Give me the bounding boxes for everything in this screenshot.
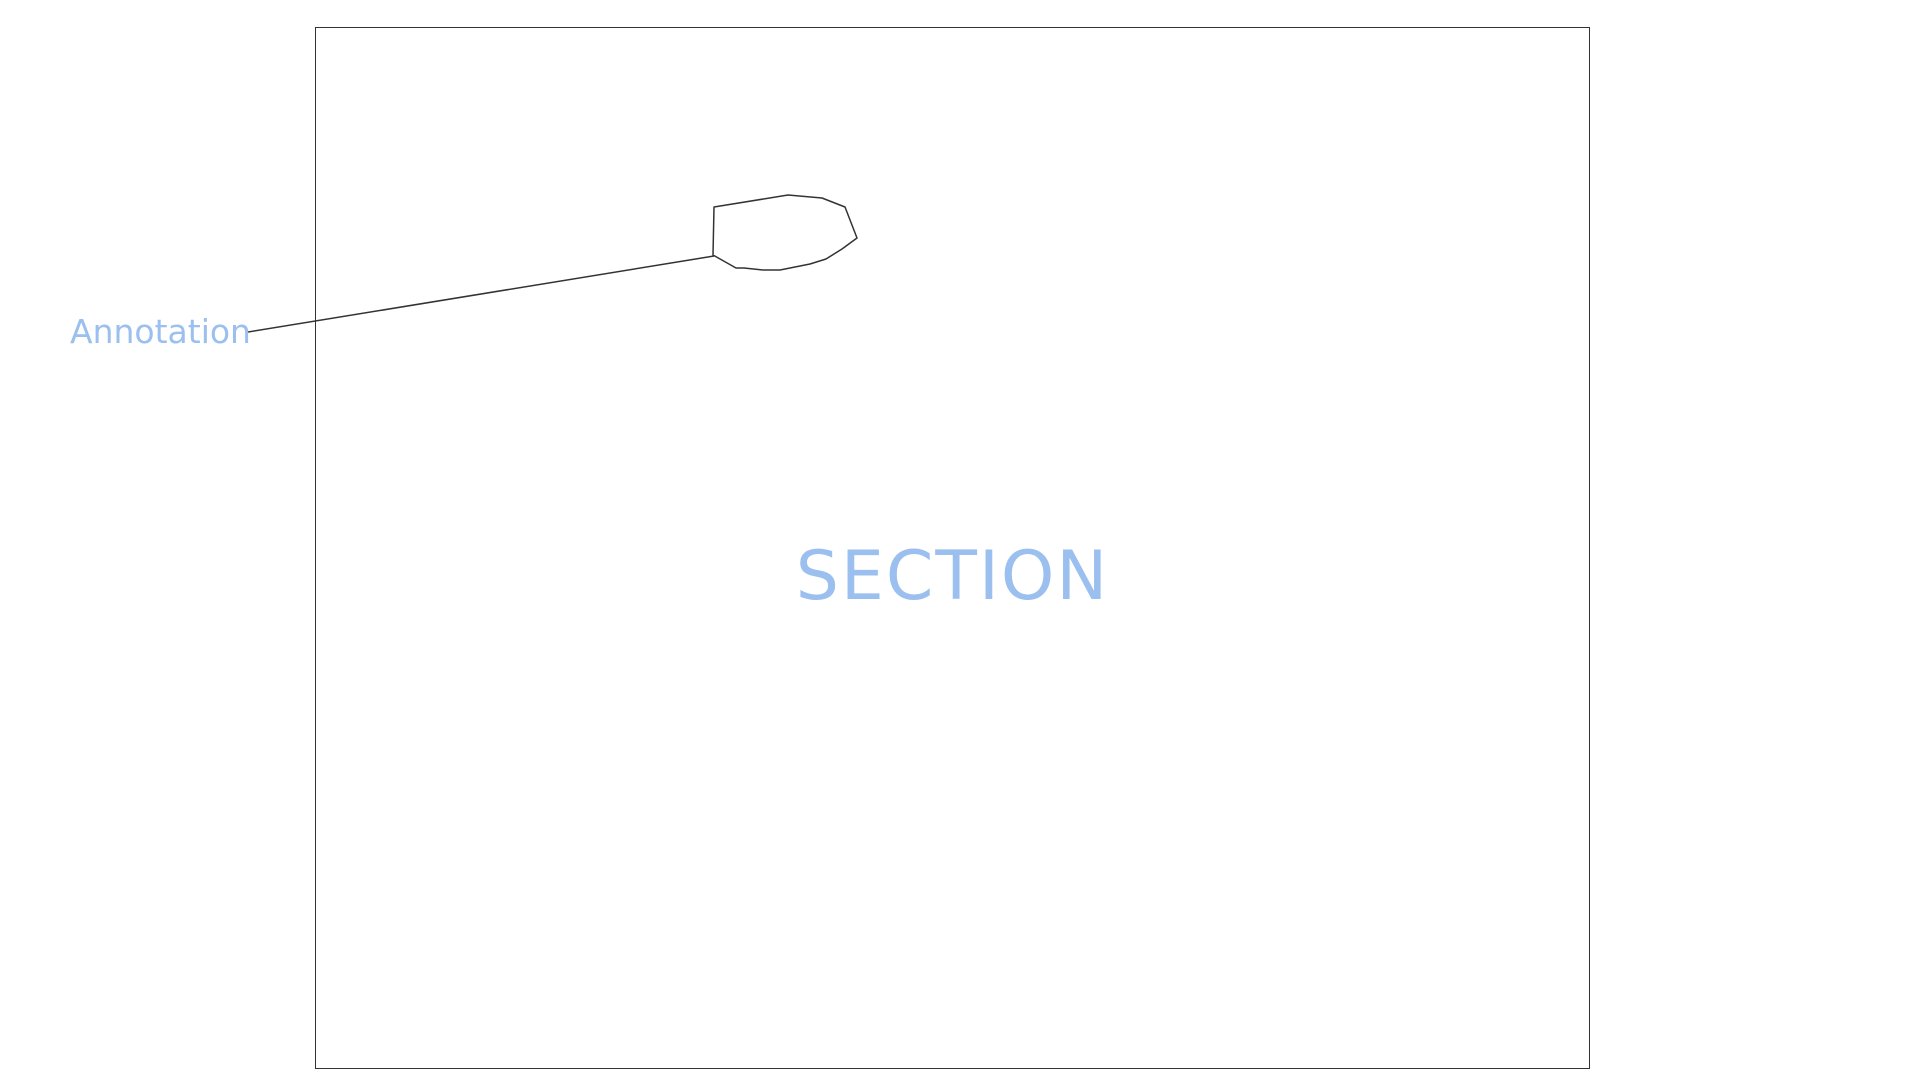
section-title: SECTION bbox=[795, 537, 1110, 616]
freeform-shape bbox=[712, 194, 858, 271]
annotation-label: Annotation bbox=[70, 312, 251, 351]
annotation-leader-line bbox=[247, 255, 715, 333]
